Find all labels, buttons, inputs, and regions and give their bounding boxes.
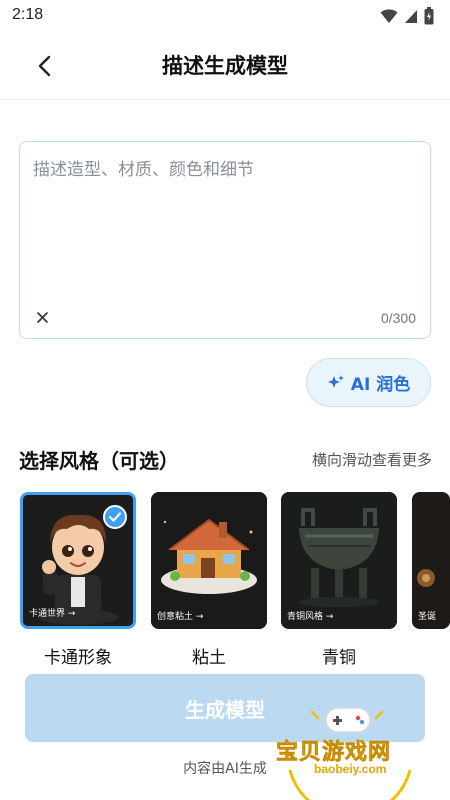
card-caption: 圣诞 <box>418 612 437 622</box>
battery-icon <box>424 7 434 25</box>
status-time: 2:18 <box>12 6 44 23</box>
description-input[interactable] <box>33 155 413 295</box>
wifi-icon <box>380 9 398 23</box>
watermark: 宝贝游戏网 baobeiy.com <box>270 700 430 800</box>
style-card-cartoon[interactable]: 卡通世界 → <box>20 492 136 629</box>
status-icons <box>380 7 434 25</box>
selected-check-badge <box>103 505 127 529</box>
style-section-title: 选择风格（可选） <box>19 449 179 473</box>
close-icon <box>36 311 48 323</box>
sparkle-icon <box>327 374 344 388</box>
style-card-bronze[interactable]: 青铜风格 → <box>281 492 397 629</box>
style-scroll-hint: 横向滑动查看更多 <box>311 451 432 469</box>
style-card-clay[interactable]: 创意粘土 → <box>151 492 267 629</box>
description-box: 0/300 <box>19 141 431 339</box>
char-count: 0/300 <box>380 310 416 326</box>
clear-button[interactable] <box>33 308 51 326</box>
page-title: 描述生成模型 <box>162 54 288 78</box>
style-label-clay: 粘土 <box>192 648 226 668</box>
signal-icon <box>405 10 417 23</box>
header: 描述生成模型 <box>0 34 450 98</box>
status-bar: 2:18 <box>0 0 450 34</box>
card-caption: 卡通世界 → <box>29 609 76 619</box>
checkmark-icon <box>109 512 121 522</box>
generate-model-label: 生成模型 <box>185 697 265 722</box>
card-caption: 创意粘土 → <box>157 612 204 622</box>
watermark-url: baobeiy.com <box>314 762 387 776</box>
style-label-cartoon: 卡通形象 <box>44 648 112 668</box>
ai-polish-button[interactable]: AI 润色 <box>306 358 431 407</box>
style-card-christmas[interactable]: 圣诞 <box>412 492 450 629</box>
header-divider <box>0 99 450 100</box>
card-caption: 青铜风格 → <box>287 612 334 622</box>
style-label-bronze: 青铜 <box>322 648 356 668</box>
ai-polish-label: AI 润色 <box>350 375 411 395</box>
